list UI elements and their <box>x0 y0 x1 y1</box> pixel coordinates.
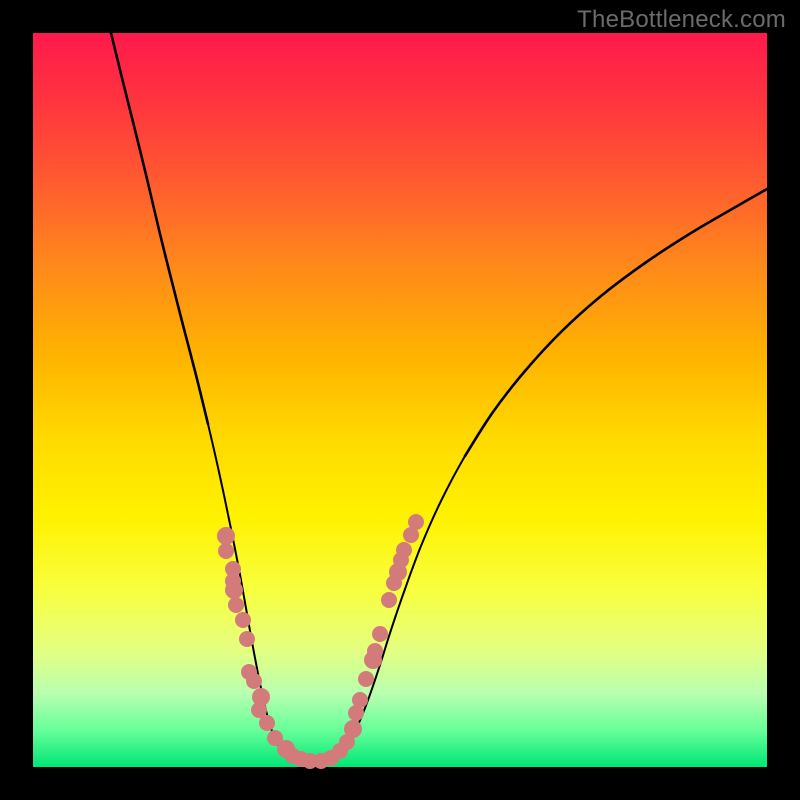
bead-right-14 <box>408 514 424 530</box>
curve-svg <box>33 33 767 767</box>
bead-left-5 <box>228 597 244 613</box>
watermark-text: TheBottleneck.com <box>577 6 786 34</box>
curve-paths <box>111 33 767 763</box>
outer-frame: TheBottleneck.com <box>0 0 800 800</box>
bead-left-9 <box>246 673 262 689</box>
bead-right-4 <box>358 671 374 687</box>
bead-left-4 <box>225 581 243 599</box>
bead-right-3 <box>352 692 368 708</box>
curve-right-arm <box>333 189 767 759</box>
bead-right-1 <box>344 720 362 738</box>
bead-right-6 <box>367 643 383 659</box>
plot-area <box>33 33 767 767</box>
bead-right-7 <box>372 626 388 642</box>
bead-left-1 <box>218 543 234 559</box>
curve-left-arm-heavy <box>111 33 208 424</box>
bead-markers <box>217 514 424 769</box>
bead-right-12 <box>396 542 412 558</box>
bead-left-7 <box>239 631 255 647</box>
bead-left-12 <box>259 715 275 731</box>
curve-right-arm-heavy <box>465 189 767 456</box>
bead-right-8 <box>381 592 397 608</box>
bead-left-0 <box>217 527 235 545</box>
bead-left-6 <box>235 612 251 628</box>
